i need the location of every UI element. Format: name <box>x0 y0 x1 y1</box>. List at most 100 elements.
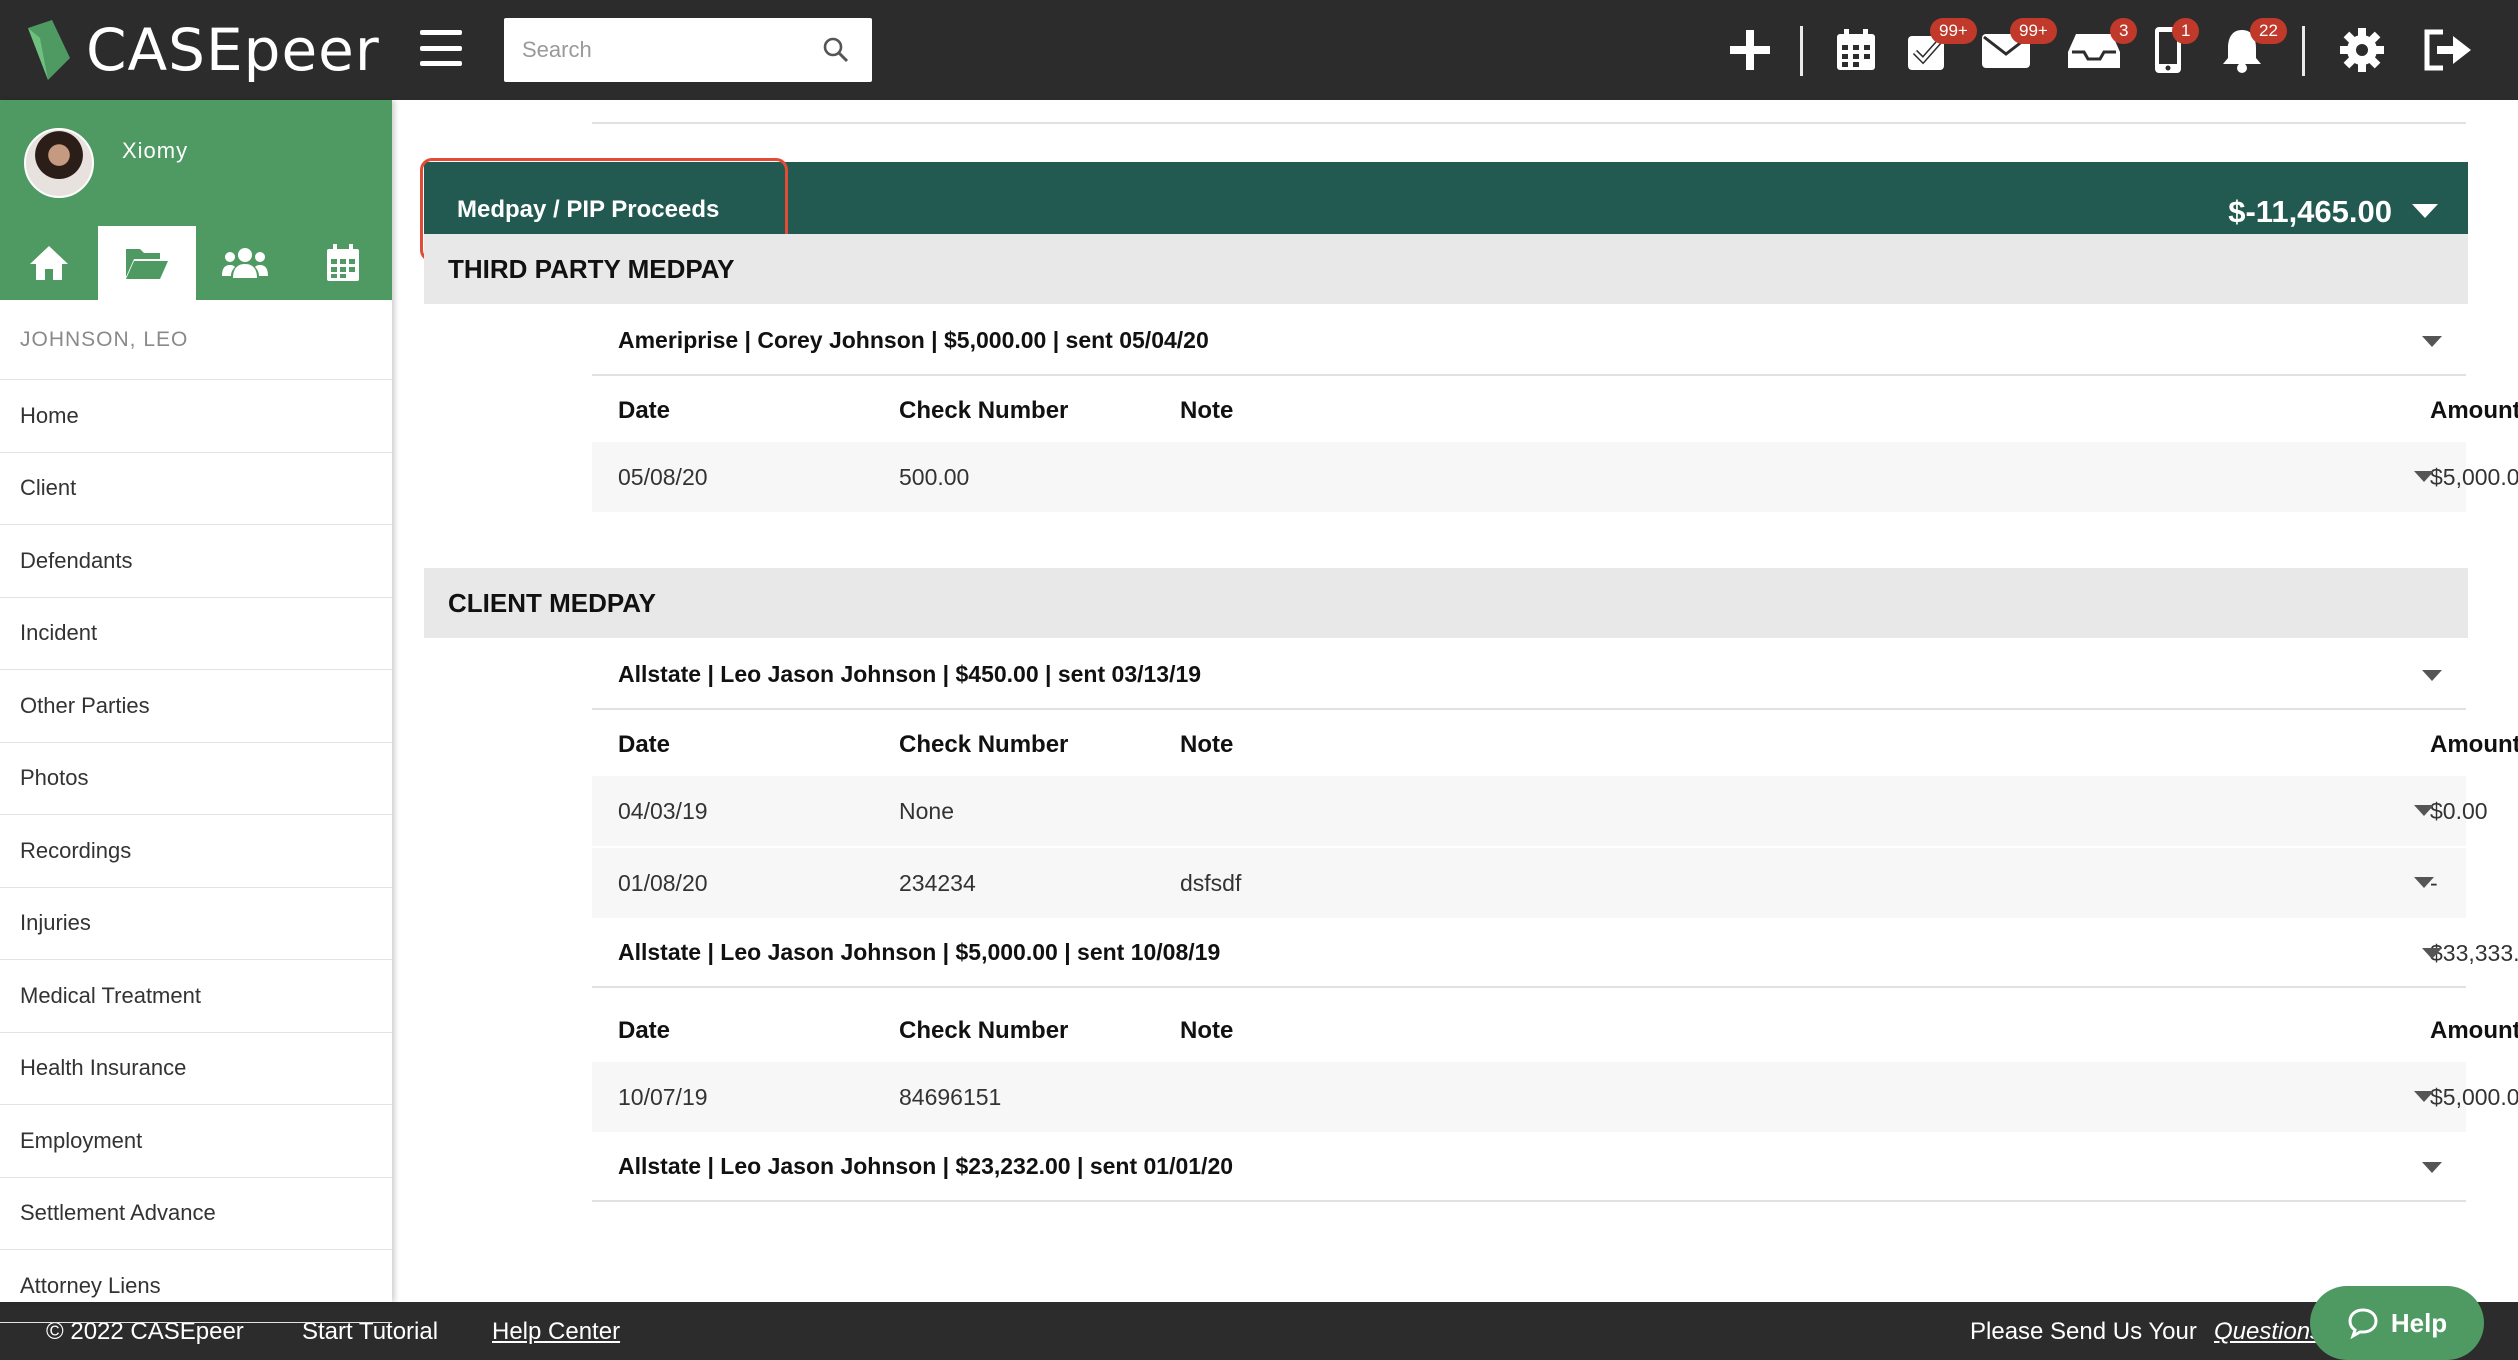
provider-summary-row[interactable]: Allstate | Leo Jason Johnson | $5,000.00… <box>592 918 2466 988</box>
cell-date: 01/08/20 <box>618 870 708 896</box>
casepeer-logo[interactable]: CASEpeer <box>26 12 380 88</box>
sidebar-item-injuries[interactable]: Injuries <box>0 888 392 960</box>
cell-note: dsfsdf <box>1180 870 1242 896</box>
phone-icon[interactable]: 1 <box>2140 18 2200 78</box>
chat-bubble-icon <box>2348 1308 2378 1339</box>
caret-down-icon[interactable] <box>2422 1162 2442 1173</box>
section-title: Medpay / PIP Proceeds <box>457 196 720 223</box>
tab-home[interactable] <box>0 226 98 300</box>
column-header-check-number: Check Number <box>899 1017 1069 1044</box>
sidebar-item-recordings[interactable]: Recordings <box>0 815 392 888</box>
sidebar: Xiomy JOHNSON, LEO Home Client Defendants I… <box>0 100 392 1323</box>
mail-icon[interactable]: 99+ <box>1978 18 2057 78</box>
sidebar-item-photos[interactable]: Photos <box>0 743 392 815</box>
column-header-note: Note <box>1180 731 1234 758</box>
user-name: Xiomy <box>122 138 189 163</box>
toolbar-divider <box>2302 26 2305 76</box>
column-header-check-number: Check Number <box>899 731 1069 758</box>
sidebar-item-defendants[interactable]: Defendants <box>0 525 392 598</box>
help-button-label: Help <box>2390 1307 2448 1338</box>
sidebar-item-client[interactable]: Client <box>0 453 392 525</box>
tab-calendar[interactable] <box>294 226 392 300</box>
table-row[interactable]: 05/08/20 500.00 $5,000.00 <box>592 442 2518 512</box>
folder-open-icon <box>126 249 168 279</box>
caret-down-icon[interactable] <box>2414 805 2434 816</box>
group-header: CLIENT MEDPAY <box>424 568 2468 638</box>
hamburger-menu-icon[interactable] <box>420 30 462 66</box>
inbox-icon[interactable]: 3 <box>2066 18 2138 78</box>
sidebar-item-incident[interactable]: Incident <box>0 598 392 670</box>
main-content: Medpay / PIP Proceeds $-11,465.00 THIRD … <box>392 100 2518 1302</box>
provider-summary: Ameriprise | Corey Johnson | $5,000.00 |… <box>618 326 1209 353</box>
provider-summary: Allstate | Leo Jason Johnson | $450.00 |… <box>618 660 1202 687</box>
help-center-link[interactable]: Help Center <box>492 1318 620 1346</box>
phone-badge: 1 <box>2172 18 2200 44</box>
caret-down-icon[interactable] <box>2414 471 2434 482</box>
cell-amount: $0.00 <box>2430 798 2488 824</box>
cell-check-number: 234234 <box>899 870 976 896</box>
gear-icon[interactable] <box>2334 22 2390 78</box>
provider-summary-row[interactable]: Allstate | Leo Jason Johnson | $23,232.0… <box>592 1132 2466 1202</box>
questions-link[interactable]: Questions <box>2214 1318 2322 1346</box>
logout-icon[interactable] <box>2420 22 2476 78</box>
cell-amount: $5,000.00 <box>2430 464 2518 490</box>
caret-down-icon[interactable] <box>2422 948 2442 959</box>
column-header-date: Date <box>618 397 671 424</box>
provider-summary: Allstate | Leo Jason Johnson | $5,000.00… <box>618 938 1221 965</box>
logo-text: CASEpeer <box>86 16 380 84</box>
search-icon[interactable] <box>822 36 850 64</box>
table-header: Date Check Number Note Amount <box>592 710 2518 780</box>
inbox-badge: 3 <box>2110 18 2138 44</box>
sidebar-item-employment[interactable]: Employment <box>0 1105 392 1178</box>
divider <box>592 122 2466 124</box>
caret-down-icon[interactable] <box>2414 877 2434 888</box>
provider-summary-row[interactable]: Ameriprise | Corey Johnson | $5,000.00 |… <box>592 306 2466 376</box>
bell-icon[interactable]: 22 <box>2214 18 2287 78</box>
plus-icon[interactable] <box>1722 22 1778 78</box>
column-header-amount: Amount <box>2430 397 2518 424</box>
search-input[interactable] <box>504 18 804 82</box>
sidebar-nav: Home Client Defendants Incident Other Partie… <box>0 380 392 1323</box>
calendar-icon[interactable] <box>1828 22 1884 78</box>
send-questions-text: Please Send Us Your <box>1970 1318 2197 1345</box>
table-row[interactable]: 10/07/19 84696151 $5,000.00 <box>592 1062 2518 1132</box>
cell-check-number: None <box>899 798 954 824</box>
sidebar-item-attorney-liens[interactable]: Attorney Liens <box>0 1250 392 1323</box>
users-icon <box>222 248 268 278</box>
sidebar-item-medical-treatment[interactable]: Medical Treatment <box>0 960 392 1033</box>
caret-down-icon[interactable] <box>2422 670 2442 681</box>
column-header-check-number: Check Number <box>899 397 1069 424</box>
search-box <box>504 18 872 82</box>
help-button[interactable]: Help <box>2310 1286 2484 1360</box>
caret-down-icon[interactable] <box>2422 336 2442 347</box>
table-row[interactable]: 04/03/19 None $0.00 <box>592 776 2488 846</box>
group-header: THIRD PARTY MEDPAY <box>424 234 2468 304</box>
avatar[interactable] <box>24 128 94 198</box>
sidebar-header: Xiomy <box>0 100 392 300</box>
sidebar-item-health-insurance[interactable]: Health Insurance <box>0 1033 392 1105</box>
toolbar-divider <box>1800 26 1803 76</box>
tasks-icon[interactable]: 99+ <box>1900 18 1977 78</box>
caret-down-icon[interactable] <box>2412 204 2438 218</box>
cell-date: 10/07/19 <box>618 1084 708 1110</box>
case-name: JOHNSON, LEO <box>0 300 392 380</box>
top-navbar: CASEpeer 99+ 99+ 3 1 22 <box>0 0 2518 100</box>
provider-summary-row[interactable]: Allstate | Leo Jason Johnson | $450.00 |… <box>592 640 2466 710</box>
tab-case-files[interactable] <box>98 226 196 300</box>
logo-leaf-icon <box>28 20 70 80</box>
column-header-amount: Amount <box>2430 731 2518 758</box>
caret-down-icon[interactable] <box>2414 1091 2434 1102</box>
column-header-amount: Amount <box>2430 1017 2518 1044</box>
sidebar-item-other-parties[interactable]: Other Parties <box>0 670 392 743</box>
column-header-date: Date <box>618 731 671 758</box>
cell-date: 05/08/20 <box>618 464 708 490</box>
table-row[interactable]: 01/08/20234234dsfsdf- $33,333.00 <box>592 848 2518 966</box>
home-icon <box>30 246 68 280</box>
tab-contacts[interactable] <box>196 226 294 300</box>
table-header: Date Check Number Note Amount <box>592 376 2518 446</box>
column-header-note: Note <box>1180 397 1234 424</box>
sidebar-item-settlement-advance[interactable]: Settlement Advance <box>0 1178 392 1250</box>
cell-check-number: 500.00 <box>899 464 970 490</box>
calendar-icon <box>327 244 359 281</box>
sidebar-item-home[interactable]: Home <box>0 380 392 453</box>
